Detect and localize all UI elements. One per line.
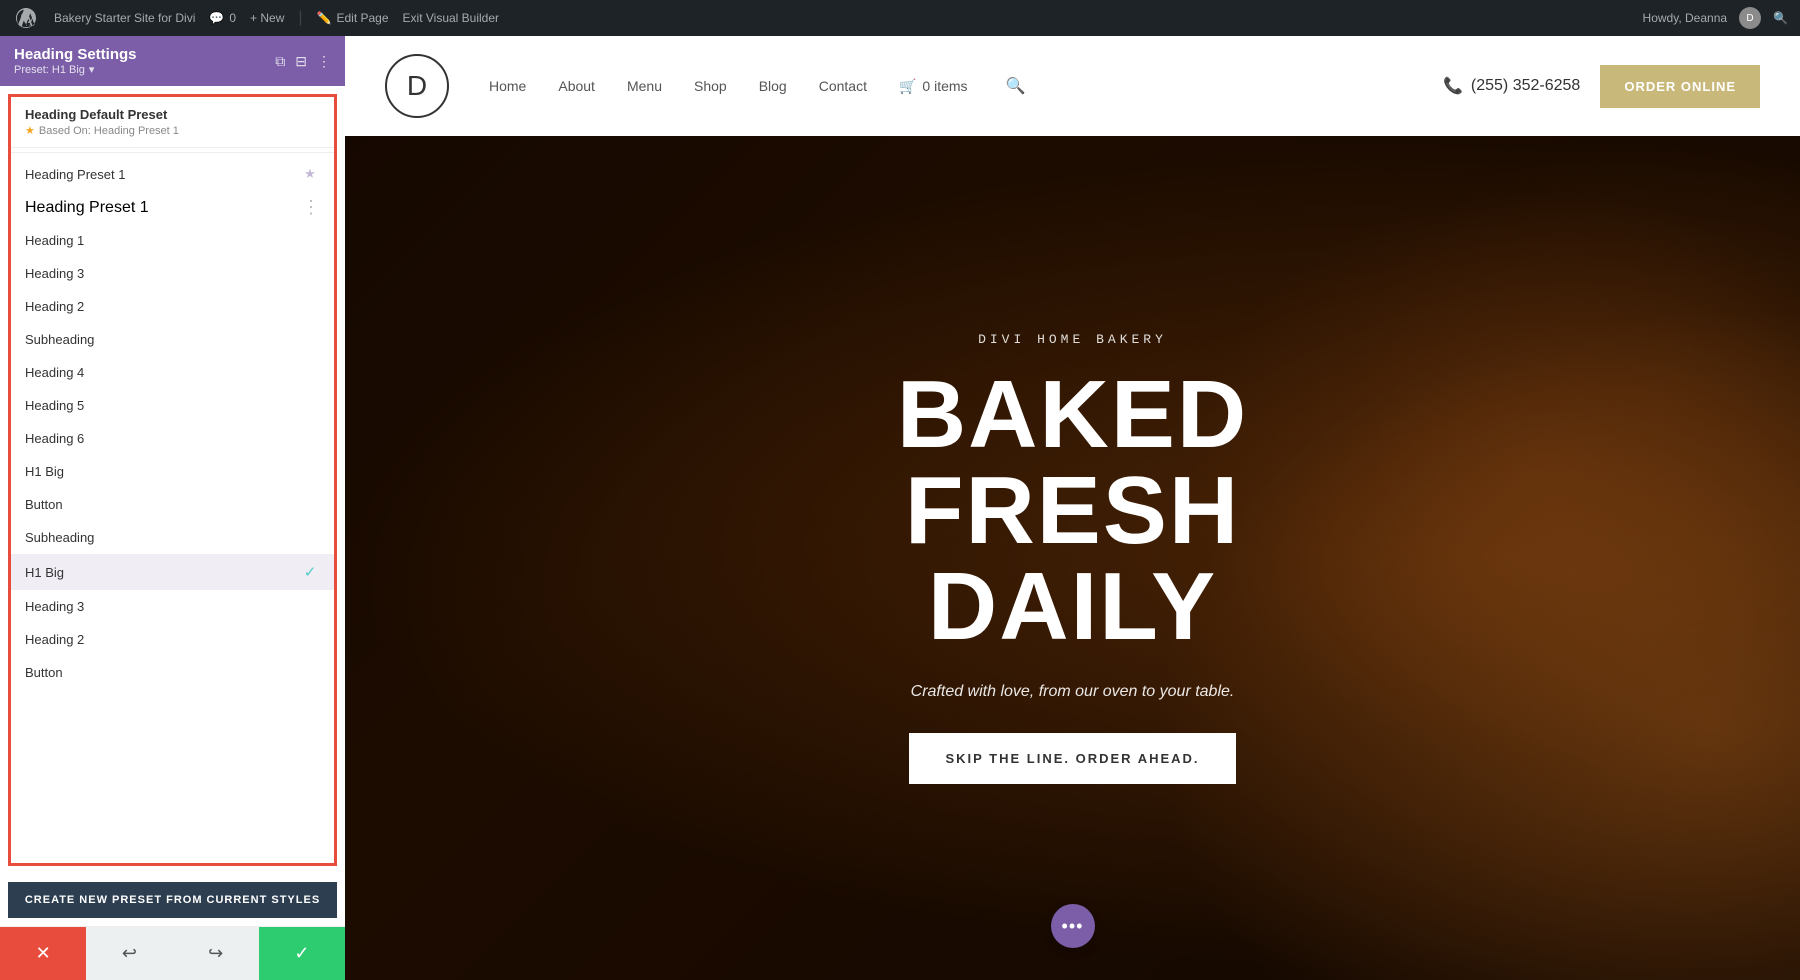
main-layout: Heading Settings Preset: H1 Big ▾ ⧉ ⊟ ⋮ … [0,36,1800,980]
list-item[interactable]: Button [11,488,334,521]
floating-dots-icon: ••• [1062,916,1084,937]
default-preset-item[interactable]: Heading Default Preset ★ Based On: Headi… [11,97,334,148]
user-avatar[interactable]: D [1739,7,1761,29]
panel-header: Heading Settings Preset: H1 Big ▾ ⧉ ⊟ ⋮ [0,36,345,86]
hero-section: DIVI HOME BAKERY BAKED FRESH DAILY Craft… [345,136,1800,980]
nav-item-home[interactable]: Home [489,78,526,94]
admin-bar-left: Bakery Starter Site for Divi 💬 0 + New |… [12,4,1627,32]
floating-dots-button[interactable]: ••• [1051,904,1095,948]
check-icon: ✓ [300,563,320,581]
list-item[interactable]: Subheading [11,323,334,356]
nav-item-shop[interactable]: Shop [694,78,727,94]
list-item[interactable]: H1 Big [11,455,334,488]
comment-count-link[interactable]: 💬 0 [209,11,236,25]
preset-group-row: Heading Preset 1 ⋮ [11,191,334,224]
exit-builder-link[interactable]: Exit Visual Builder [403,11,500,25]
search-icon[interactable]: 🔍 [1000,70,1032,102]
list-item[interactable]: Heading 6 [11,422,334,455]
site-name-link[interactable]: Bakery Starter Site for Divi [54,11,195,25]
site-logo[interactable]: D [385,54,449,118]
edit-page-link[interactable]: ✏️ Edit Page [317,11,389,25]
left-panel: Heading Settings Preset: H1 Big ▾ ⧉ ⊟ ⋮ … [0,36,345,980]
preset-separator [11,152,334,153]
list-item[interactable]: Heading 3 [11,257,334,290]
list-item-label: Heading Preset 1 [25,199,302,217]
default-preset-name: Heading Default Preset [25,107,320,122]
navbar-right: 📞 (255) 352-6258 ORDER ONLINE [1443,65,1760,108]
list-item[interactable]: Heading 5 [11,389,334,422]
confirm-button[interactable]: ✓ [259,927,345,980]
list-item[interactable]: Button [11,656,334,689]
cart-icon: 🛒 [899,78,916,95]
preset-list: Heading Default Preset ★ Based On: Headi… [8,94,337,866]
admin-bar-right: Howdy, Deanna D 🔍 [1643,7,1788,29]
order-online-button[interactable]: ORDER ONLINE [1600,65,1760,108]
hero-title: BAKED FRESH DAILY [743,367,1403,655]
howdy-text: Howdy, Deanna [1643,11,1728,25]
list-item-active[interactable]: H1 Big ✓ [11,554,334,590]
list-item[interactable]: Heading Preset 1 ★ [11,157,334,191]
cancel-button[interactable]: ✕ [0,927,86,980]
panel-header-icons: ⧉ ⊟ ⋮ [275,53,331,70]
default-preset-based-on: ★ Based On: Heading Preset 1 [25,124,320,137]
list-item[interactable]: Heading 1 [11,224,334,257]
wp-logo[interactable] [12,4,40,32]
hero-description: Crafted with love, from our oven to your… [743,683,1403,701]
duplicate-icon[interactable]: ⧉ [275,53,285,70]
redo-button[interactable]: ↪ [173,927,259,980]
list-item[interactable]: Heading 2 [11,623,334,656]
undo-button[interactable]: ↩ [86,927,172,980]
more-options-icon[interactable]: ⋮ [317,53,331,70]
list-item[interactable]: Heading 2 [11,290,334,323]
site-preview: D Home About Menu Shop Blog Contact 🛒 0 … [345,36,1800,980]
list-item[interactable]: Subheading [11,521,334,554]
nav-item-blog[interactable]: Blog [759,78,787,94]
admin-bar: Bakery Starter Site for Divi 💬 0 + New |… [0,0,1800,36]
panel-title: Heading Settings [14,46,137,63]
panel-header-left: Heading Settings Preset: H1 Big ▾ [14,46,137,76]
panel-preset-selector[interactable]: Preset: H1 Big ▾ [14,63,137,76]
new-content-link[interactable]: + New [250,11,284,25]
nav-item-menu[interactable]: Menu [627,78,662,94]
admin-search-icon[interactable]: 🔍 [1773,11,1788,25]
group-dots-icon[interactable]: ⋮ [302,197,320,218]
create-preset-button[interactable]: CREATE NEW PRESET FROM CURRENT STYLES [8,882,337,918]
hero-cta-button[interactable]: SKIP THE LINE. ORDER AHEAD. [909,733,1235,784]
nav-item-contact[interactable]: Contact [819,78,867,94]
list-item[interactable]: Heading 4 [11,356,334,389]
bottom-action-bar: ✕ ↩ ↪ ✓ [0,926,345,980]
hero-subtitle: DIVI HOME BAKERY [743,332,1403,347]
phone-number: 📞 (255) 352-6258 [1443,76,1580,96]
list-item[interactable]: Heading 3 [11,590,334,623]
site-navbar: D Home About Menu Shop Blog Contact 🛒 0 … [345,36,1800,136]
site-navigation: Home About Menu Shop Blog Contact 🛒 0 it… [489,70,1443,102]
default-preset-star: ★ [25,124,35,137]
phone-icon: 📞 [1443,76,1463,96]
cart-link[interactable]: 🛒 0 items [899,78,968,95]
nav-item-about[interactable]: About [558,78,595,94]
split-view-icon[interactable]: ⊟ [295,53,307,70]
hero-content: DIVI HOME BAKERY BAKED FRESH DAILY Craft… [723,332,1423,784]
star-icon: ★ [300,166,320,182]
